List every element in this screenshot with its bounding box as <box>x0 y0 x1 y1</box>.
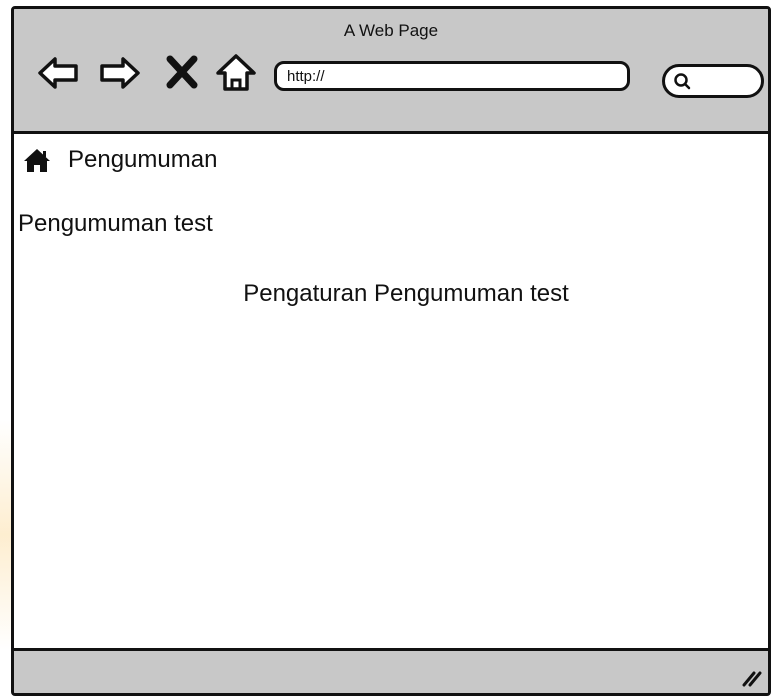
page: A Web Page http:// Pengumuman Pengumuman… <box>0 0 773 697</box>
breadcrumb-label: Pengumuman <box>68 146 218 173</box>
back-arrow-icon[interactable] <box>36 51 80 95</box>
browser-window: A Web Page http:// Pengumuman Pengumuman… <box>11 6 771 696</box>
resize-grip-icon[interactable] <box>740 665 764 689</box>
content-title: Pengaturan Pengumuman test <box>243 280 569 307</box>
window-title: A Web Page <box>343 21 439 40</box>
forward-arrow-icon[interactable] <box>98 51 142 95</box>
search-icon <box>674 73 691 90</box>
page-content: Pengumuman Pengumuman test Pengaturan Pe… <box>14 134 768 651</box>
close-icon[interactable] <box>164 53 200 91</box>
url-input[interactable]: http:// <box>274 61 630 91</box>
breadcrumb[interactable]: Pengumuman <box>22 146 217 174</box>
search-input[interactable] <box>662 64 764 98</box>
url-text: http:// <box>287 68 325 85</box>
browser-toolbar: A Web Page http:// <box>14 9 768 134</box>
home-outline-icon[interactable] <box>214 51 258 95</box>
page-heading: Pengumuman test <box>18 210 213 237</box>
status-bar <box>14 648 768 693</box>
home-icon <box>24 149 50 172</box>
